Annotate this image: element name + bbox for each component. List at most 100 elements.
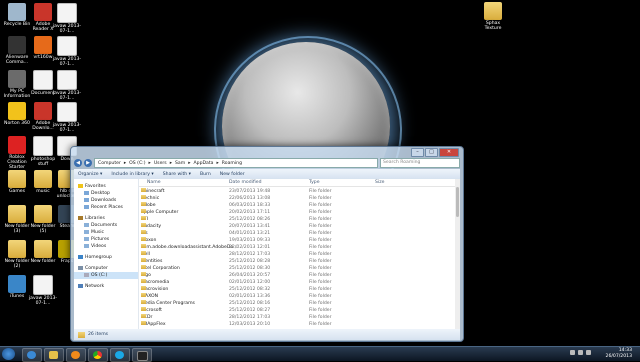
breadcrumb-item[interactable]: Roaming — [222, 161, 242, 166]
file-row[interactable]: .minecraft 23/07/2013 19:48 File folder — [139, 188, 460, 195]
nav-item-favorite[interactable]: Recent Places — [74, 204, 138, 211]
file-type: File folder — [309, 210, 332, 215]
folder-icon — [141, 223, 146, 227]
desktop-icon-3[interactable]: javaw 2013-07-1... — [52, 3, 82, 34]
file-row[interactable]: Macromedia 02/01/2013 12:00 File folder — [139, 279, 460, 286]
clock[interactable]: 14:33 26/07/2013 — [606, 348, 632, 360]
toolbar-button-3[interactable]: Share with ▾ — [163, 172, 191, 177]
desktop-icon-label: javaw 2013-07-1... — [52, 57, 82, 67]
search-input[interactable]: Search Roaming — [380, 158, 460, 168]
recycle-icon — [8, 3, 26, 21]
file-row[interactable]: Microsoft 25/12/2012 08:27 File folder — [139, 307, 460, 314]
nav-icon — [78, 265, 83, 270]
nav-item-favorite[interactable]: Downloads — [74, 197, 138, 204]
file-row[interactable]: Ingo 26/04/2013 20:57 File folder — [139, 272, 460, 279]
nav-item-library[interactable]: Music — [74, 229, 138, 236]
address-bar[interactable]: Computer ▸ OS (C:) ▸ Users ▸ Sam ▸ AppData ▸ Roami… — [94, 158, 378, 168]
volume-icon[interactable] — [578, 350, 583, 355]
desktop-icon-sphax[interactable]: Sphax Texture — [478, 2, 508, 31]
breadcrumb-item[interactable]: Users — [154, 161, 167, 166]
breadcrumb-item[interactable]: Sam — [175, 161, 185, 166]
file-name-cell: Media Center Programs — [141, 300, 195, 307]
file-row[interactable]: Audacity 20/07/2013 13:41 File folder — [139, 223, 460, 230]
file-type: File folder — [309, 287, 332, 292]
file-name: Intel Corporation — [141, 266, 180, 271]
breadcrumb-separator-icon[interactable]: ▸ — [149, 161, 151, 166]
file-type: File folder — [309, 189, 332, 194]
file-row[interactable]: Adobe 06/03/2013 18:33 File folder — [139, 202, 460, 209]
file-row[interactable]: Bloxon 19/03/2013 09:33 File folder — [139, 237, 460, 244]
toolbar-button-4[interactable]: Burn — [200, 172, 211, 177]
nav-homegroup[interactable]: Homegroup — [74, 254, 138, 261]
column-size[interactable]: Size — [375, 179, 384, 186]
breadcrumb-item[interactable]: Computer — [98, 161, 121, 166]
nav-computer[interactable]: Computer — [74, 265, 138, 272]
desktop-icon-6[interactable]: javaw 2013-07-1... — [52, 36, 82, 67]
forward-icon[interactable]: ▶ — [84, 159, 92, 167]
file-row[interactable]: Intel Corporation 25/12/2012 08:30 File fo… — [139, 265, 460, 272]
breadcrumb-separator-icon[interactable]: ▸ — [216, 161, 218, 166]
vertical-scrollbar[interactable] — [455, 179, 460, 329]
window-titlebar[interactable]: – □ ✕ — [71, 147, 463, 157]
nav-item-library[interactable]: Videos — [74, 243, 138, 250]
nav-label: Libraries — [85, 216, 105, 221]
breadcrumb-item[interactable]: OS (C:) — [129, 161, 145, 166]
file-name-cell: Intel Corporation — [141, 265, 180, 272]
close-button[interactable]: ✕ — [439, 148, 459, 157]
file-date: 23/07/2013 19:48 — [229, 189, 271, 194]
folder-icon — [141, 244, 146, 248]
desktop-icon-26[interactable]: javaw 2013-07-1... — [28, 275, 58, 306]
file-type: File folder — [309, 266, 332, 271]
file-name: Media Center Programs — [141, 301, 195, 306]
file-date: 22/06/2013 13:08 — [229, 196, 271, 201]
nav-favorites[interactable]: Favorites — [74, 183, 138, 190]
file-row[interactable]: Macrovision 25/12/2012 08:32 File folder — [139, 286, 460, 293]
breadcrumb-item[interactable]: AppData — [194, 161, 214, 166]
file-date: 04/01/2013 13:21 — [229, 231, 271, 236]
minimize-button[interactable]: – — [411, 148, 424, 157]
folder-icon — [484, 2, 502, 20]
toolbar-button-2[interactable]: Include in library ▾ — [111, 172, 153, 177]
breadcrumb-separator-icon[interactable]: ▸ — [170, 161, 172, 166]
column-name[interactable]: Name — [147, 179, 161, 186]
file-row[interactable]: Identities 25/12/2012 08:28 File folder — [139, 258, 460, 265]
nav-libraries[interactable]: Libraries — [74, 215, 138, 222]
desktop-icon-12[interactable]: javaw 2013-07-1... — [52, 102, 82, 133]
nav-label: Downloads — [91, 198, 117, 203]
scroll-thumb[interactable] — [456, 187, 459, 217]
power-icon[interactable] — [586, 350, 591, 355]
network-icon[interactable] — [570, 350, 575, 355]
folder-icon — [8, 170, 26, 188]
nav-item-drive[interactable]: OS (C:) — [74, 272, 138, 279]
file-type: File folder — [309, 301, 332, 306]
file-row[interactable]: .technic 22/06/2013 13:08 File folder — [139, 195, 460, 202]
nav-network[interactable]: Network — [74, 283, 138, 290]
file-row[interactable]: Apple Computer 20/02/2013 17:11 File folde… — [139, 209, 460, 216]
file-row[interactable]: ATI 25/12/2012 08:26 File folder — [139, 216, 460, 223]
doc-icon — [57, 36, 77, 56]
toolbar-button-1[interactable]: Organize ▾ — [78, 172, 102, 177]
toolbar-button-5[interactable]: New folder — [220, 172, 245, 177]
file-row[interactable]: PDAppFlex 12/03/2013 20:10 File folder — [139, 321, 460, 328]
column-date-modified[interactable]: Date modified — [229, 179, 262, 186]
nav-item-library[interactable]: Pictures — [74, 236, 138, 243]
file-row[interactable]: com.adobe.downloadassistant.AdobeDo... 02… — [139, 244, 460, 251]
breadcrumb-separator-icon[interactable]: ▸ — [124, 161, 126, 166]
back-icon[interactable]: ◀ — [74, 159, 82, 167]
file-row[interactable]: Dell 28/12/2012 17:03 File folder — [139, 251, 460, 258]
file-row[interactable]: bls 04/01/2013 13:21 File folder — [139, 230, 460, 237]
file-row[interactable]: Media Center Programs 25/12/2012 08:16 Fil… — [139, 300, 460, 307]
start-button[interactable] — [2, 348, 15, 360]
file-row[interactable]: PCDr 28/12/2012 17:03 File folder — [139, 314, 460, 321]
explorer-window[interactable]: – □ ✕ ◀ ▶ Computer ▸ OS (C:) ▸ Users ▸ Sam ▸ App… — [70, 146, 464, 342]
folder-icon — [141, 321, 146, 325]
breadcrumb-separator-icon[interactable]: ▸ — [188, 161, 190, 166]
file-type: File folder — [309, 273, 332, 278]
nav-item-library[interactable]: Documents — [74, 222, 138, 229]
maximize-button[interactable]: □ — [425, 148, 438, 157]
desktop-icon-9[interactable]: javaw 2013-07-1... — [52, 70, 82, 101]
column-type[interactable]: Type — [309, 179, 320, 186]
nav-item-favorite[interactable]: Desktop — [74, 190, 138, 197]
file-row[interactable]: MAXON 02/01/2013 13:36 File folder — [139, 293, 460, 300]
skype-icon — [115, 351, 124, 359]
